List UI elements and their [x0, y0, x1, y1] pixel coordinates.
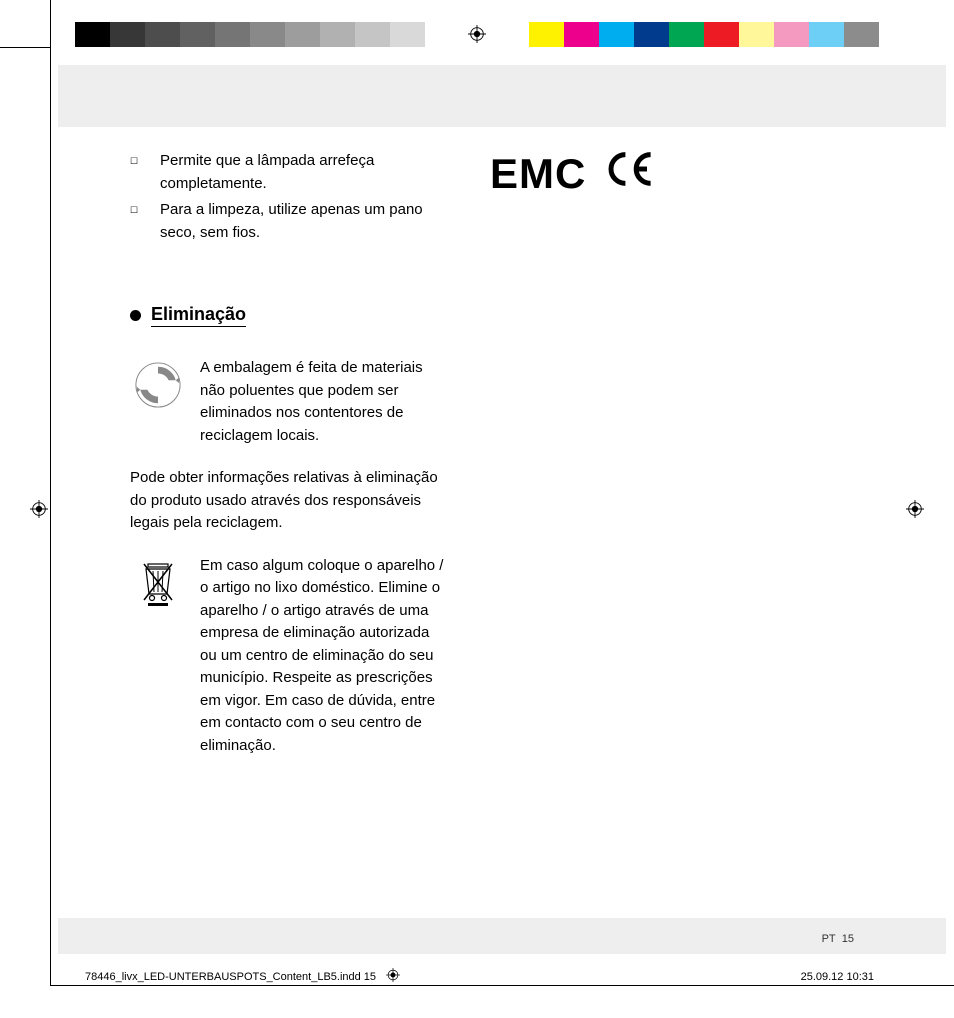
footer-filename: 78446_livx_LED-UNTERBAUSPOTS_Content_LB5…	[85, 971, 376, 983]
color-swatch	[75, 22, 110, 47]
registration-mark-icon	[468, 25, 486, 43]
disposal-info-paragraph: Pode obter informações relativas à elimi…	[130, 467, 450, 535]
registration-mark-icon	[30, 500, 48, 518]
list-item: ☐ Para a limpeza, utilize apenas um pano…	[130, 199, 450, 244]
bullet-list: ☐ Permite que a lâmpada arrefeça complet…	[130, 150, 450, 244]
color-swatch	[529, 22, 564, 47]
right-column: EMC	[490, 150, 840, 777]
weee-text: Em caso algum coloque o aparelho / o art…	[200, 555, 450, 758]
footer-band	[58, 918, 946, 954]
weee-paragraph: Em caso algum coloque o aparelho / o art…	[130, 555, 450, 758]
page-number: PT 15	[822, 933, 854, 945]
color-swatch	[320, 22, 355, 47]
crop-line	[0, 47, 50, 48]
color-swatch	[564, 22, 599, 47]
color-swatch	[110, 22, 145, 47]
color-swatch	[215, 22, 250, 47]
color-swatch	[250, 22, 285, 47]
recycling-paragraph: A embalagem é feita de materiais não pol…	[130, 357, 450, 447]
weee-bin-icon	[130, 555, 186, 611]
color-swatch	[494, 22, 529, 47]
footer-file-info: 78446_livx_LED-UNTERBAUSPOTS_Content_LB5…	[85, 968, 400, 985]
recycling-text: A embalagem é feita de materiais não pol…	[200, 357, 450, 447]
registration-mark-icon	[386, 968, 400, 985]
emc-label: EMC	[490, 150, 840, 198]
registration-mark-icon	[906, 500, 924, 518]
color-swatch	[425, 22, 460, 47]
heading-bullet-icon	[130, 310, 141, 321]
color-swatch	[180, 22, 215, 47]
color-swatch	[390, 22, 425, 47]
recycling-icon	[130, 357, 186, 413]
color-swatch	[704, 22, 739, 47]
color-swatch	[809, 22, 844, 47]
emc-text: EMC	[490, 150, 586, 198]
heading-label: Eliminação	[151, 304, 246, 327]
header-band	[58, 65, 946, 127]
footer-info: 78446_livx_LED-UNTERBAUSPOTS_Content_LB5…	[85, 968, 874, 985]
bullet-marker-icon: ☐	[130, 150, 160, 195]
section-heading: Eliminação	[130, 304, 450, 327]
color-swatch	[145, 22, 180, 47]
bullet-text: Permite que a lâmpada arrefeça completam…	[160, 150, 450, 195]
bullet-text: Para a limpeza, utilize apenas um pano s…	[160, 199, 450, 244]
ce-mark-icon	[602, 150, 656, 198]
page-content: ☐ Permite que a lâmpada arrefeça complet…	[130, 150, 840, 777]
color-swatch	[739, 22, 774, 47]
lang-code: PT	[822, 933, 836, 945]
color-swatch	[844, 22, 879, 47]
color-swatch	[285, 22, 320, 47]
list-item: ☐ Permite que a lâmpada arrefeça complet…	[130, 150, 450, 195]
color-swatch	[669, 22, 704, 47]
page-number-value: 15	[842, 933, 854, 945]
color-swatch	[634, 22, 669, 47]
color-swatch	[599, 22, 634, 47]
color-swatch	[355, 22, 390, 47]
left-column: ☐ Permite que a lâmpada arrefeça complet…	[130, 150, 450, 777]
bullet-marker-icon: ☐	[130, 199, 160, 244]
footer-timestamp: 25.09.12 10:31	[801, 971, 874, 983]
color-swatch	[774, 22, 809, 47]
